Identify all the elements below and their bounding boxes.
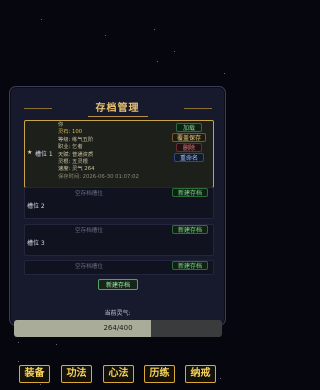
spirit-stones: 灵石: 100 (58, 129, 83, 136)
star-icon: ★ (27, 149, 33, 156)
save-slot-2-label: 槽位 2 (27, 203, 45, 210)
save-slot-1-info: 你 灵石: 100 等级: 练气五阶 职业: 乞者 天赋: 普通资质 灵根: 五… (58, 122, 139, 181)
new-save-button[interactable]: 新建存档 (172, 188, 208, 197)
empty-slot-text: 空存档槽位 (75, 191, 103, 197)
star-dot (18, 361, 19, 362)
star-dot (220, 378, 221, 379)
panel-title: 存档管理 (87, 99, 148, 117)
star-dot (40, 384, 41, 385)
saved-time: 保存时间: 2026-06-30 01:07:02 (58, 173, 139, 180)
profession: 职业: 乞者 (58, 144, 83, 151)
star-dot (224, 73, 225, 74)
save-slot-3-label: 槽位 3 (27, 240, 45, 247)
star-dot (105, 35, 106, 36)
nav-training[interactable]: 历练 (144, 365, 175, 383)
nav-equipment[interactable]: 装备 (19, 365, 50, 383)
new-save-button[interactable]: 新建存档 (172, 225, 208, 234)
star-dot (157, 61, 158, 62)
new-save-button[interactable]: 新建存档 (172, 261, 208, 270)
save-slot-1-label: 槽位 1 (35, 151, 53, 158)
panel-header: 存档管理 (0, 96, 235, 117)
star-dot (18, 342, 19, 343)
energy: 速度: 灵气 264 (58, 166, 95, 173)
star-dot (56, 344, 57, 345)
talent: 天赋: 普通资质 (58, 151, 94, 158)
star-dot (154, 29, 155, 30)
load-button[interactable]: 加载 (176, 123, 202, 132)
empty-slot-text: 空存档槽位 (75, 264, 103, 270)
create-save-button[interactable]: 新建存档 (98, 279, 138, 290)
nav-mind-arts[interactable]: 心法 (103, 365, 134, 383)
star-dot (174, 51, 175, 52)
empty-slot-text: 空存档槽位 (75, 228, 103, 234)
nav-storage-ring[interactable]: 纳戒 (185, 365, 216, 383)
qi-progress-text: 264/400 (103, 324, 133, 332)
qi-progress-bar: 264/400 (14, 320, 222, 337)
overwrite-save-button[interactable]: 覆盖保存 (172, 133, 206, 142)
rename-button[interactable]: 重命名 (174, 153, 204, 162)
star-dot (41, 19, 42, 20)
nav-skills[interactable]: 功法 (61, 365, 92, 383)
qi-label: 当前灵气: (104, 310, 131, 317)
delete-button[interactable]: 删除 (176, 143, 202, 152)
